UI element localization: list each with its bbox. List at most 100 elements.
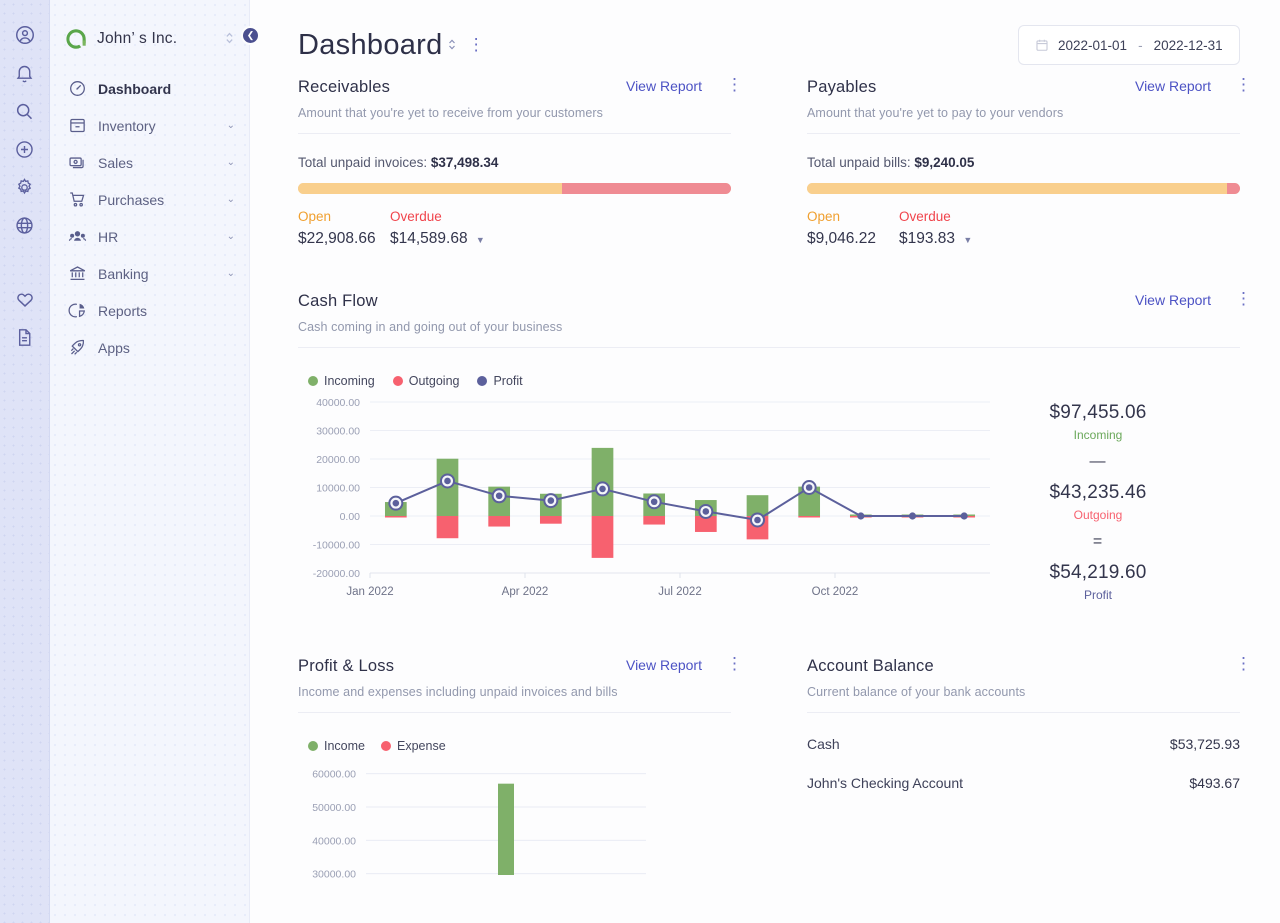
document-icon[interactable]: [12, 324, 38, 350]
legend-label: Incoming: [324, 374, 375, 388]
content-area: Receivables View Report ⋮ Amount that yo…: [250, 72, 1280, 881]
org-switch-chevrons-icon[interactable]: [224, 30, 235, 49]
account-name: John's Checking Account: [807, 775, 963, 791]
total-label: Total unpaid bills:: [807, 155, 911, 170]
profit-point-center: [805, 484, 813, 491]
bar-outgoing[interactable]: [384, 516, 407, 518]
profit-point-center: [702, 508, 710, 515]
gear-settings-icon[interactable]: [12, 174, 38, 200]
profit-point[interactable]: [960, 512, 968, 520]
legend-item-expense[interactable]: Expense: [381, 739, 446, 753]
receivables-card: Receivables View Report ⋮ Amount that yo…: [298, 76, 743, 248]
sidebar-item-hr[interactable]: HR ⌄: [50, 218, 249, 255]
date-range-picker[interactable]: 2022-01-01 - 2022-12-31: [1018, 25, 1240, 65]
profit-point[interactable]: [908, 512, 917, 520]
sidebar-item-reports[interactable]: Reports: [50, 292, 249, 329]
speedometer-icon: [68, 79, 87, 98]
card-header: Account Balance ⋮: [807, 655, 1252, 676]
view-report-link[interactable]: View Report: [626, 657, 702, 673]
legend-item-profit[interactable]: Profit: [477, 374, 523, 388]
cart-icon: [68, 190, 87, 209]
bar-outgoing[interactable]: [488, 516, 511, 527]
summary-cards-row: Receivables View Report ⋮ Amount that yo…: [298, 76, 1252, 248]
sidebar-item-dashboard[interactable]: Dashboard: [50, 70, 249, 107]
cash-flow-card: Cash Flow View Report ⋮ Cash coming in a…: [298, 290, 1252, 609]
legend-item-incoming[interactable]: Incoming: [308, 374, 375, 388]
sidebar-item-label: Banking: [98, 265, 149, 282]
receivables-progress-bar: [298, 183, 731, 194]
sidebar-item-label: Apps: [98, 339, 130, 356]
profit-point[interactable]: [857, 512, 865, 520]
overdue-block: Overdue $14,589.68 ▼: [390, 209, 485, 248]
user-account-icon[interactable]: [12, 22, 38, 48]
bar-outgoing[interactable]: [643, 516, 666, 525]
x-axis-tick-label: Apr 2022: [502, 586, 549, 598]
y-axis-tick-label: 40000.00: [316, 397, 360, 409]
page-title: Dashboard: [298, 28, 443, 61]
chevron-down-icon[interactable]: ⌄: [227, 194, 235, 205]
bell-notification-icon[interactable]: [12, 60, 38, 86]
overdue-dropdown-icon[interactable]: ▼: [963, 235, 972, 245]
x-axis-tick-label: Oct 2022: [812, 586, 859, 598]
card-title: Account Balance: [807, 657, 934, 675]
rocket-icon: [68, 338, 87, 357]
view-report-link[interactable]: View Report: [1135, 78, 1211, 94]
legend-item-outgoing[interactable]: Outgoing: [392, 374, 459, 388]
account-name: Cash: [807, 736, 840, 752]
total-value: $37,498.34: [430, 155, 499, 170]
sidebar-item-sales[interactable]: Sales ⌄: [50, 144, 249, 181]
view-report-link[interactable]: View Report: [1135, 292, 1211, 308]
card-more-menu-icon[interactable]: ⋮: [1235, 76, 1252, 94]
title-switch-chevrons-icon[interactable]: [447, 37, 457, 54]
y-axis-tick-label: 0.00: [340, 511, 361, 523]
sidebar-item-inventory[interactable]: Inventory ⌄: [50, 107, 249, 144]
globe-icon[interactable]: [12, 212, 38, 238]
equals-operator: =: [1092, 533, 1104, 550]
bar-income[interactable]: [498, 783, 514, 875]
chevron-down-icon[interactable]: ⌄: [227, 231, 235, 242]
card-subtitle: Amount that you're yet to receive from y…: [298, 106, 604, 120]
sidebar-item-apps[interactable]: Apps: [50, 329, 249, 366]
profit-point-center: [547, 497, 555, 504]
bar-outgoing[interactable]: [539, 516, 562, 524]
card-more-menu-icon[interactable]: ⋮: [726, 655, 743, 673]
profit-point-center: [392, 499, 400, 507]
sidebar-item-label: HR: [98, 228, 119, 245]
chevron-down-icon[interactable]: ⌄: [227, 157, 235, 168]
profit-point-center: [444, 477, 451, 485]
y-axis-tick-label: 30000.00: [312, 869, 356, 881]
bar-outgoing[interactable]: [798, 516, 821, 518]
legend-item-income[interactable]: Income: [308, 739, 365, 753]
outgoing-label: Outgoing: [1073, 508, 1123, 522]
cash-flow-svg: 40000.00 30000.00 20000.00 10000.00 0.00 -100…: [313, 397, 990, 598]
card-more-menu-icon[interactable]: ⋮: [1235, 290, 1252, 308]
profit-point-center: [754, 516, 761, 524]
card-more-menu-icon[interactable]: ⋮: [726, 76, 743, 94]
cash-flow-chart: 40000.00 30000.00 20000.00 10000.00 0.00 -100…: [298, 394, 998, 609]
sidebar-collapse-button[interactable]: ❮: [241, 26, 260, 45]
card-subtitle: Income and expenses including unpaid inv…: [298, 685, 618, 699]
open-block: Open $9,046.22: [807, 209, 899, 248]
org-switcher[interactable]: John’ s Inc.: [50, 0, 249, 56]
y-axis-tick-label: 40000.00: [312, 835, 356, 847]
card-more-menu-icon[interactable]: ⋮: [1235, 655, 1252, 673]
overdue-dropdown-icon[interactable]: ▼: [476, 235, 485, 245]
sidebar-item-purchases[interactable]: Purchases ⌄: [50, 181, 249, 218]
profit-loss-legend: Income Expense: [298, 739, 731, 753]
overdue-value: $193.83: [899, 230, 956, 247]
heart-favorites-icon[interactable]: [12, 286, 38, 312]
bar-outgoing[interactable]: [436, 516, 459, 539]
view-report-link[interactable]: View Report: [626, 78, 702, 94]
bar-outgoing[interactable]: [591, 516, 614, 558]
dashboard-app: John’ s Inc. ❮ Dashboard Inventory ⌄ Sal…: [0, 0, 1280, 923]
y-axis-tick-label: -10000.00: [313, 540, 360, 552]
search-icon[interactable]: [12, 98, 38, 124]
sidebar: John’ s Inc. ❮ Dashboard Inventory ⌄ Sal…: [50, 0, 260, 923]
page-more-menu-icon[interactable]: ⋮: [468, 36, 485, 54]
progress-overdue-segment: [1227, 183, 1240, 194]
add-plus-icon[interactable]: [12, 136, 38, 162]
chevron-down-icon[interactable]: ⌄: [227, 268, 235, 279]
chevron-down-icon[interactable]: ⌄: [227, 120, 235, 131]
progress-open-segment: [807, 183, 1227, 194]
sidebar-item-banking[interactable]: Banking ⌄: [50, 255, 249, 292]
